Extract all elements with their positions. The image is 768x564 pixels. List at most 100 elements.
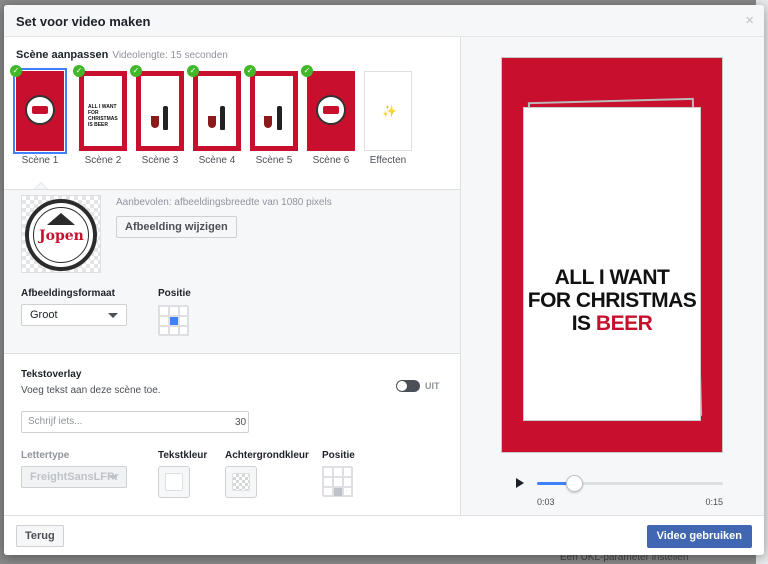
text-overlay-toggle[interactable] — [396, 380, 420, 392]
char-counter: 30 — [235, 417, 247, 428]
scene-card — [13, 68, 67, 154]
preview-card: ALL I WANT FOR CHRISTMAS IS BEER — [524, 108, 700, 420]
sparkle-icon: ✨ — [382, 104, 397, 118]
scene-card: ALL I WANT FOR CHRISTMAS IS BEER — [79, 71, 127, 151]
effects-label: Effecten — [369, 155, 407, 166]
position-cell[interactable] — [159, 326, 169, 336]
scene-card — [307, 71, 355, 151]
text-overlay-description: Voeg tekst aan deze scène toe. — [21, 385, 161, 396]
text-overlay-settings: Tekstoverlay Voeg tekst aan deze scène t… — [4, 354, 460, 515]
house-icon — [47, 213, 75, 225]
position-cell[interactable] — [179, 306, 189, 316]
scene-label: Scène 4 — [198, 155, 236, 166]
preview-headline: ALL I WANT FOR CHRISTMAS IS BEER — [524, 266, 700, 335]
current-time: 0:03 — [537, 497, 555, 507]
scene-label: Scène 3 — [141, 155, 179, 166]
bg-color-swatch[interactable] — [225, 466, 257, 498]
effects-card: ✨ — [364, 71, 412, 151]
image-format-select[interactable]: Groot — [21, 304, 127, 326]
image-position-grid[interactable] — [158, 305, 189, 336]
image-format-value: Groot — [30, 309, 58, 321]
selected-scene-pointer — [34, 182, 48, 189]
scene-mini-text: ALL I WANT FOR CHRISTMAS IS BEER — [88, 104, 118, 128]
preview-line-1: ALL I WANT — [554, 266, 670, 289]
font-label: Lettertype — [21, 450, 70, 461]
overlay-text-placeholder: Schrijf iets... — [28, 416, 83, 427]
position-cell[interactable] — [333, 477, 343, 487]
check-icon: ✓ — [301, 65, 313, 77]
editor-panel: Scène aanpassen Videolengte: 15 seconden … — [4, 37, 460, 515]
position-cell-selected[interactable] — [169, 316, 179, 326]
brand-logo: Jopen — [25, 199, 97, 271]
scene-thumb-3[interactable]: ✓ Scène 3 — [130, 65, 184, 166]
toggle-state-label: UIT — [425, 381, 440, 391]
preview-highlight: BEER — [595, 312, 653, 335]
position-cell[interactable] — [179, 326, 189, 336]
image-format-label: Afbeeldingsformaat — [21, 288, 115, 299]
position-cell[interactable] — [323, 487, 333, 497]
video-set-dialog: Set voor video maken × Scène aanpassen Vi… — [4, 5, 764, 555]
font-value: FreightSansLFPr — [30, 471, 119, 483]
scrubber-handle[interactable] — [566, 475, 584, 492]
bottle-image — [163, 106, 168, 130]
scene-thumbnails: ✓ Scène 1 ✓ ALL I WANT FOR CHRISTMAS IS … — [10, 65, 456, 181]
position-cell[interactable] — [343, 477, 353, 487]
position-cell[interactable] — [343, 487, 353, 497]
scene-card — [136, 71, 184, 151]
text-position-label: Positie — [322, 450, 355, 461]
font-select[interactable]: FreightSansLFPr — [21, 466, 127, 488]
text-position-grid[interactable] — [322, 466, 353, 497]
check-icon: ✓ — [10, 65, 22, 77]
back-button[interactable]: Terug — [16, 525, 64, 547]
play-icon[interactable] — [516, 478, 524, 488]
check-icon: ✓ — [73, 65, 85, 77]
scenes-title: Scène aanpassen — [16, 49, 109, 61]
position-cell[interactable] — [323, 477, 333, 487]
scene-card — [193, 71, 241, 151]
position-cell[interactable] — [159, 316, 169, 326]
close-icon[interactable]: × — [745, 12, 754, 29]
scene-label: Scène 1 — [21, 155, 59, 166]
preview-line-3: IS BEER — [571, 312, 653, 335]
position-cell[interactable] — [323, 467, 333, 477]
scene-thumb-1[interactable]: ✓ Scène 1 — [10, 65, 67, 166]
scene-thumb-6[interactable]: ✓ Scène 6 — [301, 65, 355, 166]
logo-wordmark: Jopen — [39, 228, 84, 244]
scene-label: Scène 5 — [255, 155, 293, 166]
change-image-button[interactable]: Afbeelding wijzigen — [116, 216, 237, 238]
position-cell[interactable] — [333, 467, 343, 477]
image-recommendation: Aanbevolen: afbeeldingsbreedte van 1080 … — [116, 197, 332, 208]
overlay-text-input[interactable]: Schrijf iets... — [21, 411, 249, 433]
bottle-image — [220, 106, 225, 130]
position-cell[interactable] — [169, 306, 179, 316]
scene-thumb-2[interactable]: ✓ ALL I WANT FOR CHRISTMAS IS BEER Scène… — [73, 65, 127, 166]
position-cell[interactable] — [159, 306, 169, 316]
progress-track[interactable] — [537, 482, 723, 485]
text-color-swatch[interactable] — [158, 466, 190, 498]
glass-image — [208, 116, 216, 128]
position-cell[interactable] — [169, 326, 179, 336]
position-cell-selected[interactable] — [333, 487, 343, 497]
chevron-down-icon — [108, 475, 118, 480]
scene-label: Scène 6 — [312, 155, 350, 166]
scene-label: Scène 2 — [84, 155, 122, 166]
video-preview: ALL I WANT FOR CHRISTMAS IS BEER — [501, 57, 723, 453]
logo-image — [316, 95, 346, 125]
chevron-down-icon — [108, 313, 118, 318]
effects-thumb[interactable]: ✨ Effecten — [364, 71, 412, 166]
dialog-footer: Terug Video gebruiken — [4, 515, 764, 555]
bottle-image — [277, 106, 282, 130]
position-cell[interactable] — [179, 316, 189, 326]
use-video-button[interactable]: Video gebruiken — [646, 525, 752, 548]
text-color-label: Tekstkleur — [158, 450, 208, 461]
scene-image-preview: Jopen — [21, 195, 101, 273]
image-settings: Jopen Aanbevolen: afbeeldingsbreedte van… — [4, 189, 460, 354]
scene-thumb-4[interactable]: ✓ Scène 4 — [187, 65, 241, 166]
dialog-titlebar: Set voor video maken × — [4, 5, 764, 37]
glass-image — [151, 116, 159, 128]
scene-thumb-5[interactable]: ✓ Scène 5 — [244, 65, 298, 166]
image-position-label: Positie — [158, 288, 191, 299]
preview-panel: ALL I WANT FOR CHRISTMAS IS BEER 0:03 0:… — [460, 37, 764, 515]
position-cell[interactable] — [343, 467, 353, 477]
video-length-label: Videolengte: 15 seconden — [112, 50, 228, 61]
